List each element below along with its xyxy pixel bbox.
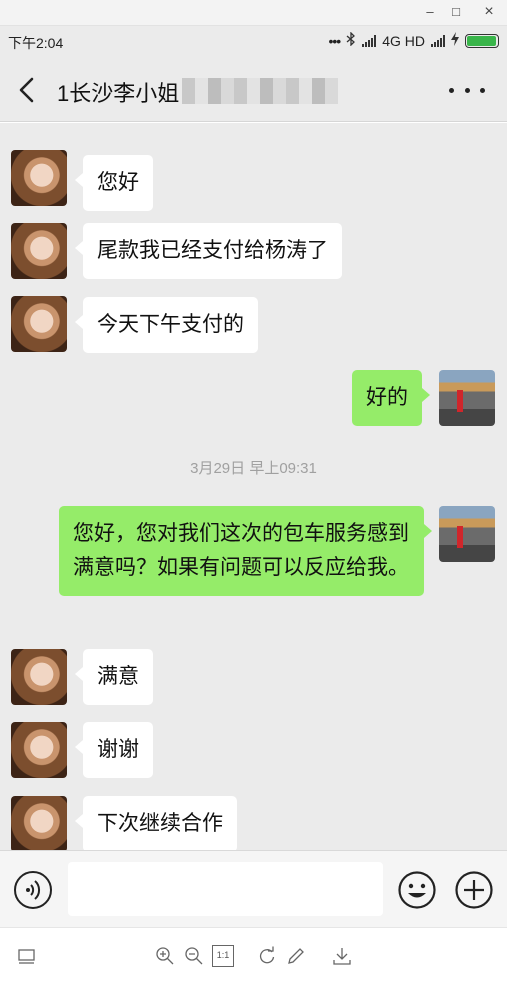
bluetooth-icon bbox=[346, 31, 356, 49]
contact-avatar[interactable] bbox=[11, 150, 67, 206]
incoming-message[interactable]: 您好 bbox=[75, 155, 153, 211]
outgoing-message[interactable]: 您好，您对我们这次的包车服务感到满意吗？如果有问题可以反应给我。 bbox=[59, 506, 432, 596]
page-title: 1长沙李小姐 bbox=[57, 81, 180, 106]
zoom-out-icon[interactable] bbox=[183, 945, 205, 967]
my-avatar[interactable] bbox=[439, 506, 495, 562]
window-titlebar: – □ × bbox=[0, 0, 507, 26]
contact-avatar[interactable] bbox=[11, 722, 67, 778]
rotate-icon[interactable] bbox=[256, 945, 278, 967]
edit-icon[interactable] bbox=[285, 945, 307, 967]
charging-icon bbox=[451, 32, 459, 49]
redaction-mosaic bbox=[182, 78, 338, 104]
signal-icon-2 bbox=[431, 34, 445, 47]
plus-circle-icon[interactable] bbox=[454, 870, 494, 910]
incoming-message[interactable]: 谢谢 bbox=[75, 722, 153, 778]
minimize-icon[interactable]: – bbox=[419, 3, 441, 21]
status-icons: ••• 4G HD bbox=[328, 31, 499, 49]
actual-size-icon[interactable]: 1:1 bbox=[212, 945, 234, 967]
emoji-icon[interactable] bbox=[397, 870, 437, 910]
contact-avatar[interactable] bbox=[11, 296, 67, 352]
message-input[interactable] bbox=[68, 862, 383, 916]
status-dots: ••• bbox=[328, 32, 341, 49]
voice-icon[interactable] bbox=[14, 871, 52, 909]
maximize-icon[interactable]: □ bbox=[445, 3, 467, 21]
message-timestamp: 3月29日 早上09:31 bbox=[190, 460, 317, 477]
contact-avatar[interactable] bbox=[11, 796, 67, 850]
input-bar bbox=[0, 850, 507, 927]
close-icon[interactable]: × bbox=[478, 3, 500, 21]
status-bar: 下午2:04 ••• 4G HD bbox=[0, 26, 507, 58]
message-list[interactable]: 您好 尾款我已经支付给杨涛了 今天下午支付的 好的 3月29日 早上09:31 … bbox=[0, 123, 507, 850]
more-dots-icon[interactable] bbox=[449, 78, 485, 102]
my-avatar[interactable] bbox=[439, 370, 495, 426]
incoming-message[interactable]: 下次继续合作 bbox=[75, 796, 237, 850]
emulator-toolbar: 1:1 bbox=[0, 927, 507, 988]
incoming-message[interactable]: 满意 bbox=[75, 649, 153, 705]
battery-icon bbox=[465, 33, 499, 48]
incoming-message[interactable]: 尾款我已经支付给杨涛了 bbox=[75, 223, 342, 279]
status-time: 下午2:04 bbox=[8, 35, 64, 51]
contact-avatar[interactable] bbox=[11, 649, 67, 705]
chevron-left-icon[interactable] bbox=[12, 74, 44, 106]
signal-icon bbox=[362, 34, 377, 47]
network-label: 4G HD bbox=[382, 32, 425, 49]
incoming-message[interactable]: 今天下午支付的 bbox=[75, 297, 258, 353]
outgoing-message[interactable]: 好的 bbox=[352, 370, 430, 426]
contact-avatar[interactable] bbox=[11, 223, 67, 279]
download-icon[interactable] bbox=[331, 945, 353, 967]
zoom-in-icon[interactable] bbox=[154, 945, 176, 967]
window-icon[interactable] bbox=[16, 945, 38, 967]
chat-header: 1长沙李小姐 bbox=[0, 58, 507, 122]
